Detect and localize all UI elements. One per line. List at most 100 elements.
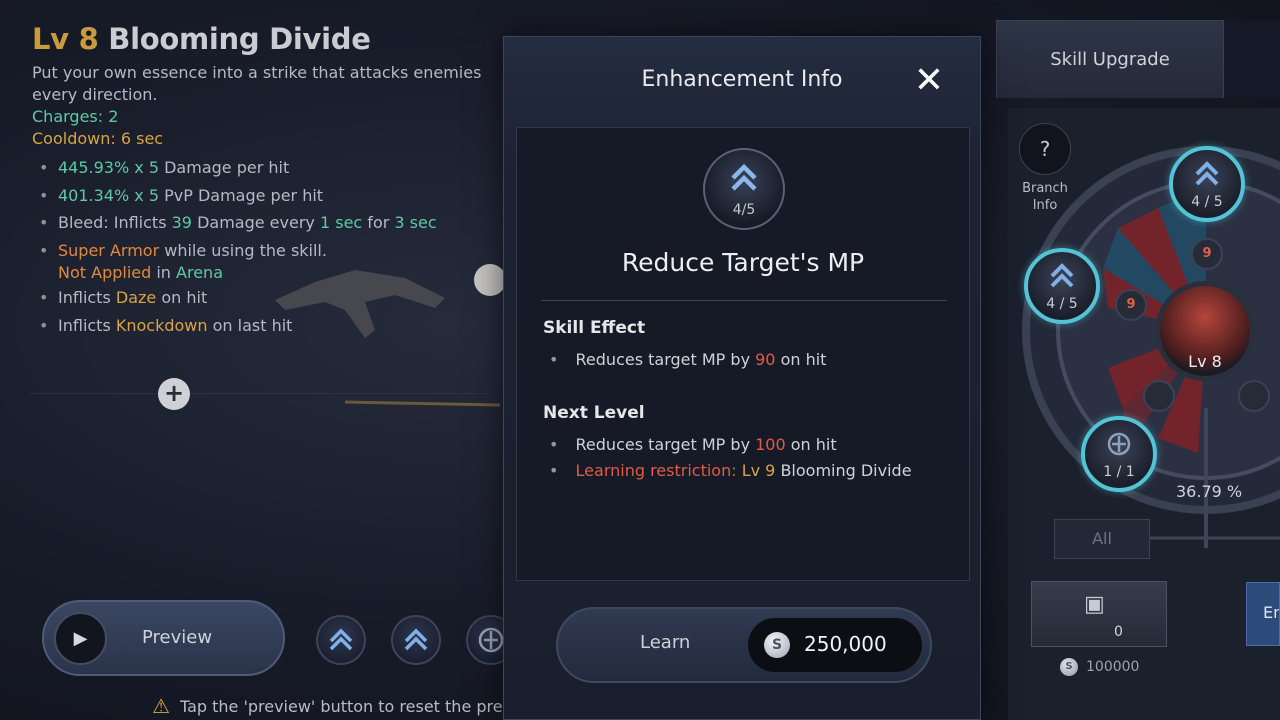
material-quantity: 0 xyxy=(1114,624,1123,640)
knockdown-label: Knockdown xyxy=(115,315,208,335)
effect-text: on hit xyxy=(775,350,827,369)
enhancement-slot-2[interactable] xyxy=(391,615,441,665)
bleed-text: Damage every xyxy=(191,213,320,232)
damage-text: Damage per hit xyxy=(159,158,290,177)
enhancement-info-modal: Enhancement Info ✕ 4/5 Reduce Target's M… xyxy=(503,36,981,720)
coin-icon: S xyxy=(1060,658,1078,676)
daze-label: Daze xyxy=(115,288,157,307)
node-count: 1 / 1 xyxy=(1103,464,1135,480)
tab-skill-upgrade[interactable]: Skill Upgrade xyxy=(996,20,1224,98)
arena-label: Arena xyxy=(176,263,223,282)
preview-label: Preview xyxy=(142,627,213,648)
tab-secondary[interactable] xyxy=(1224,20,1280,98)
list-item: 445.93% x 5 Damage per hit xyxy=(32,154,512,182)
chevron-up-icon xyxy=(1028,260,1096,296)
learn-label: Learn xyxy=(640,632,691,653)
material-cost-value: 100000 xyxy=(1086,659,1140,675)
cooldown-value: 6 sec xyxy=(120,129,164,148)
bleed-duration: 3 sec xyxy=(394,213,437,232)
material-cost: S 100000 xyxy=(1060,658,1139,676)
next-text: Reduces target MP by xyxy=(575,435,756,454)
tree-node-bottom[interactable]: 1 / 1 xyxy=(1081,416,1157,492)
effect-text: Reduces target MP by xyxy=(575,350,756,369)
branch-info-button[interactable]: ? xyxy=(1019,123,1071,175)
warning-icon: ⚠ xyxy=(152,694,170,718)
enhancement-detail-card: 4/5 Reduce Target's MP Skill Effect Redu… xyxy=(516,127,970,581)
not-applied-label: Not Applied xyxy=(58,263,152,282)
skill-cooldown: Cooldown: 6 sec xyxy=(32,128,512,150)
super-armor-text: in xyxy=(151,263,177,282)
next-text: on hit xyxy=(785,435,837,454)
hint-text: Tap the 'preview' button to reset the pr… xyxy=(179,696,544,716)
learn-button[interactable]: Learn S 250,000 xyxy=(556,607,932,683)
mini-node-top[interactable]: 9 xyxy=(1191,238,1223,270)
daze-text: on hit xyxy=(156,288,208,307)
effect-value: 90 xyxy=(755,350,776,369)
mini-node-lock[interactable] xyxy=(1143,380,1175,412)
next-level-heading: Next Level xyxy=(543,403,645,423)
skill-description: Put your own essence into a strike that … xyxy=(32,63,482,104)
tree-node-top[interactable]: 4 / 5 xyxy=(1169,146,1245,222)
skill-charges: Charges: 2 xyxy=(32,106,512,128)
restriction-level: Lv 9 xyxy=(741,461,776,480)
chevron-up-icon xyxy=(705,160,783,200)
enhancement-count: 4/5 xyxy=(732,202,756,218)
chevron-up-icon xyxy=(1173,158,1241,194)
bleed-damage: 39 xyxy=(171,213,192,232)
learn-cost: S 250,000 xyxy=(748,618,922,672)
damage-value: 445.93% x 5 xyxy=(58,158,160,177)
material-icon: ▣ xyxy=(1084,592,1105,617)
silver-coin-icon: S xyxy=(764,632,790,658)
center-level: Lv 8 xyxy=(1188,352,1222,371)
daze-text: Inflicts xyxy=(58,288,116,307)
list-item: 401.34% x 5 PvP Damage per hit xyxy=(32,182,512,210)
pvp-damage-text: PvP Damage per hit xyxy=(159,185,324,205)
restriction-label: Learning restriction: xyxy=(575,461,742,480)
enhancement-badge: 4/5 xyxy=(703,148,785,230)
close-icon[interactable]: ✕ xyxy=(912,63,946,99)
skill-level: Lv 8 xyxy=(32,22,99,56)
branch-info-label: Branch Info xyxy=(1022,181,1068,213)
node-count: 4 / 5 xyxy=(1191,194,1223,210)
bleed-text: Bleed: Inflicts xyxy=(58,213,172,232)
material-slot[interactable]: ▣ 0 xyxy=(1031,581,1167,647)
list-item: Bleed: Inflicts 39 Damage every 1 sec fo… xyxy=(32,209,512,237)
skill-name: Blooming Divide xyxy=(108,22,371,56)
knockdown-text: Inflicts xyxy=(58,315,116,335)
mini-node-left[interactable]: 9 xyxy=(1115,289,1147,321)
skill-effect-heading: Skill Effect xyxy=(543,318,646,338)
bleed-interval: 1 sec xyxy=(319,213,363,232)
learning-restriction-line: Learning restriction: Lv 9 Blooming Divi… xyxy=(549,461,912,480)
chevron-up-icon xyxy=(329,628,353,651)
mini-node-lock[interactable] xyxy=(1238,380,1270,412)
chevron-up-icon xyxy=(404,628,428,651)
character-silhouette xyxy=(275,264,505,407)
add-button[interactable]: + xyxy=(158,378,190,410)
modal-title: Enhancement Info xyxy=(641,67,843,92)
progress-percent: 36.79 % xyxy=(1176,482,1243,501)
all-button[interactable]: All xyxy=(1054,519,1150,559)
enhancement-slot-1[interactable] xyxy=(316,615,366,665)
play-icon: ▶ xyxy=(54,612,107,665)
shield-icon xyxy=(1085,428,1153,464)
node-count: 4 / 5 xyxy=(1046,296,1078,312)
tree-node-left[interactable]: 4 / 5 xyxy=(1024,248,1100,324)
skill-effect-line: Reduces target MP by 90 on hit xyxy=(549,350,827,369)
tab-label: Skill Upgrade xyxy=(1050,49,1170,70)
super-armor-label: Super Armor xyxy=(58,240,160,260)
pvp-damage-value: 401.34% x 5 xyxy=(58,185,160,205)
section-divider xyxy=(30,393,490,394)
restriction-skill: Blooming Divide xyxy=(775,461,912,480)
preview-button[interactable]: ▶ Preview xyxy=(42,600,285,676)
charges-label: Charges: xyxy=(32,107,104,126)
bleed-text: for xyxy=(362,213,395,232)
section-divider xyxy=(541,300,947,301)
enhancement-name: Reduce Target's MP xyxy=(621,248,865,277)
learn-cost-value: 250,000 xyxy=(804,632,887,656)
cooldown-label: Cooldown: xyxy=(32,129,116,148)
center-skill-node[interactable]: Lv 8 xyxy=(1155,281,1255,381)
preview-hint: ⚠ Tap the 'preview' button to reset the … xyxy=(152,694,543,718)
next-level-line: Reduces target MP by 100 on hit xyxy=(549,435,837,454)
next-value: 100 xyxy=(755,435,786,454)
enhance-button[interactable]: En xyxy=(1246,582,1280,646)
